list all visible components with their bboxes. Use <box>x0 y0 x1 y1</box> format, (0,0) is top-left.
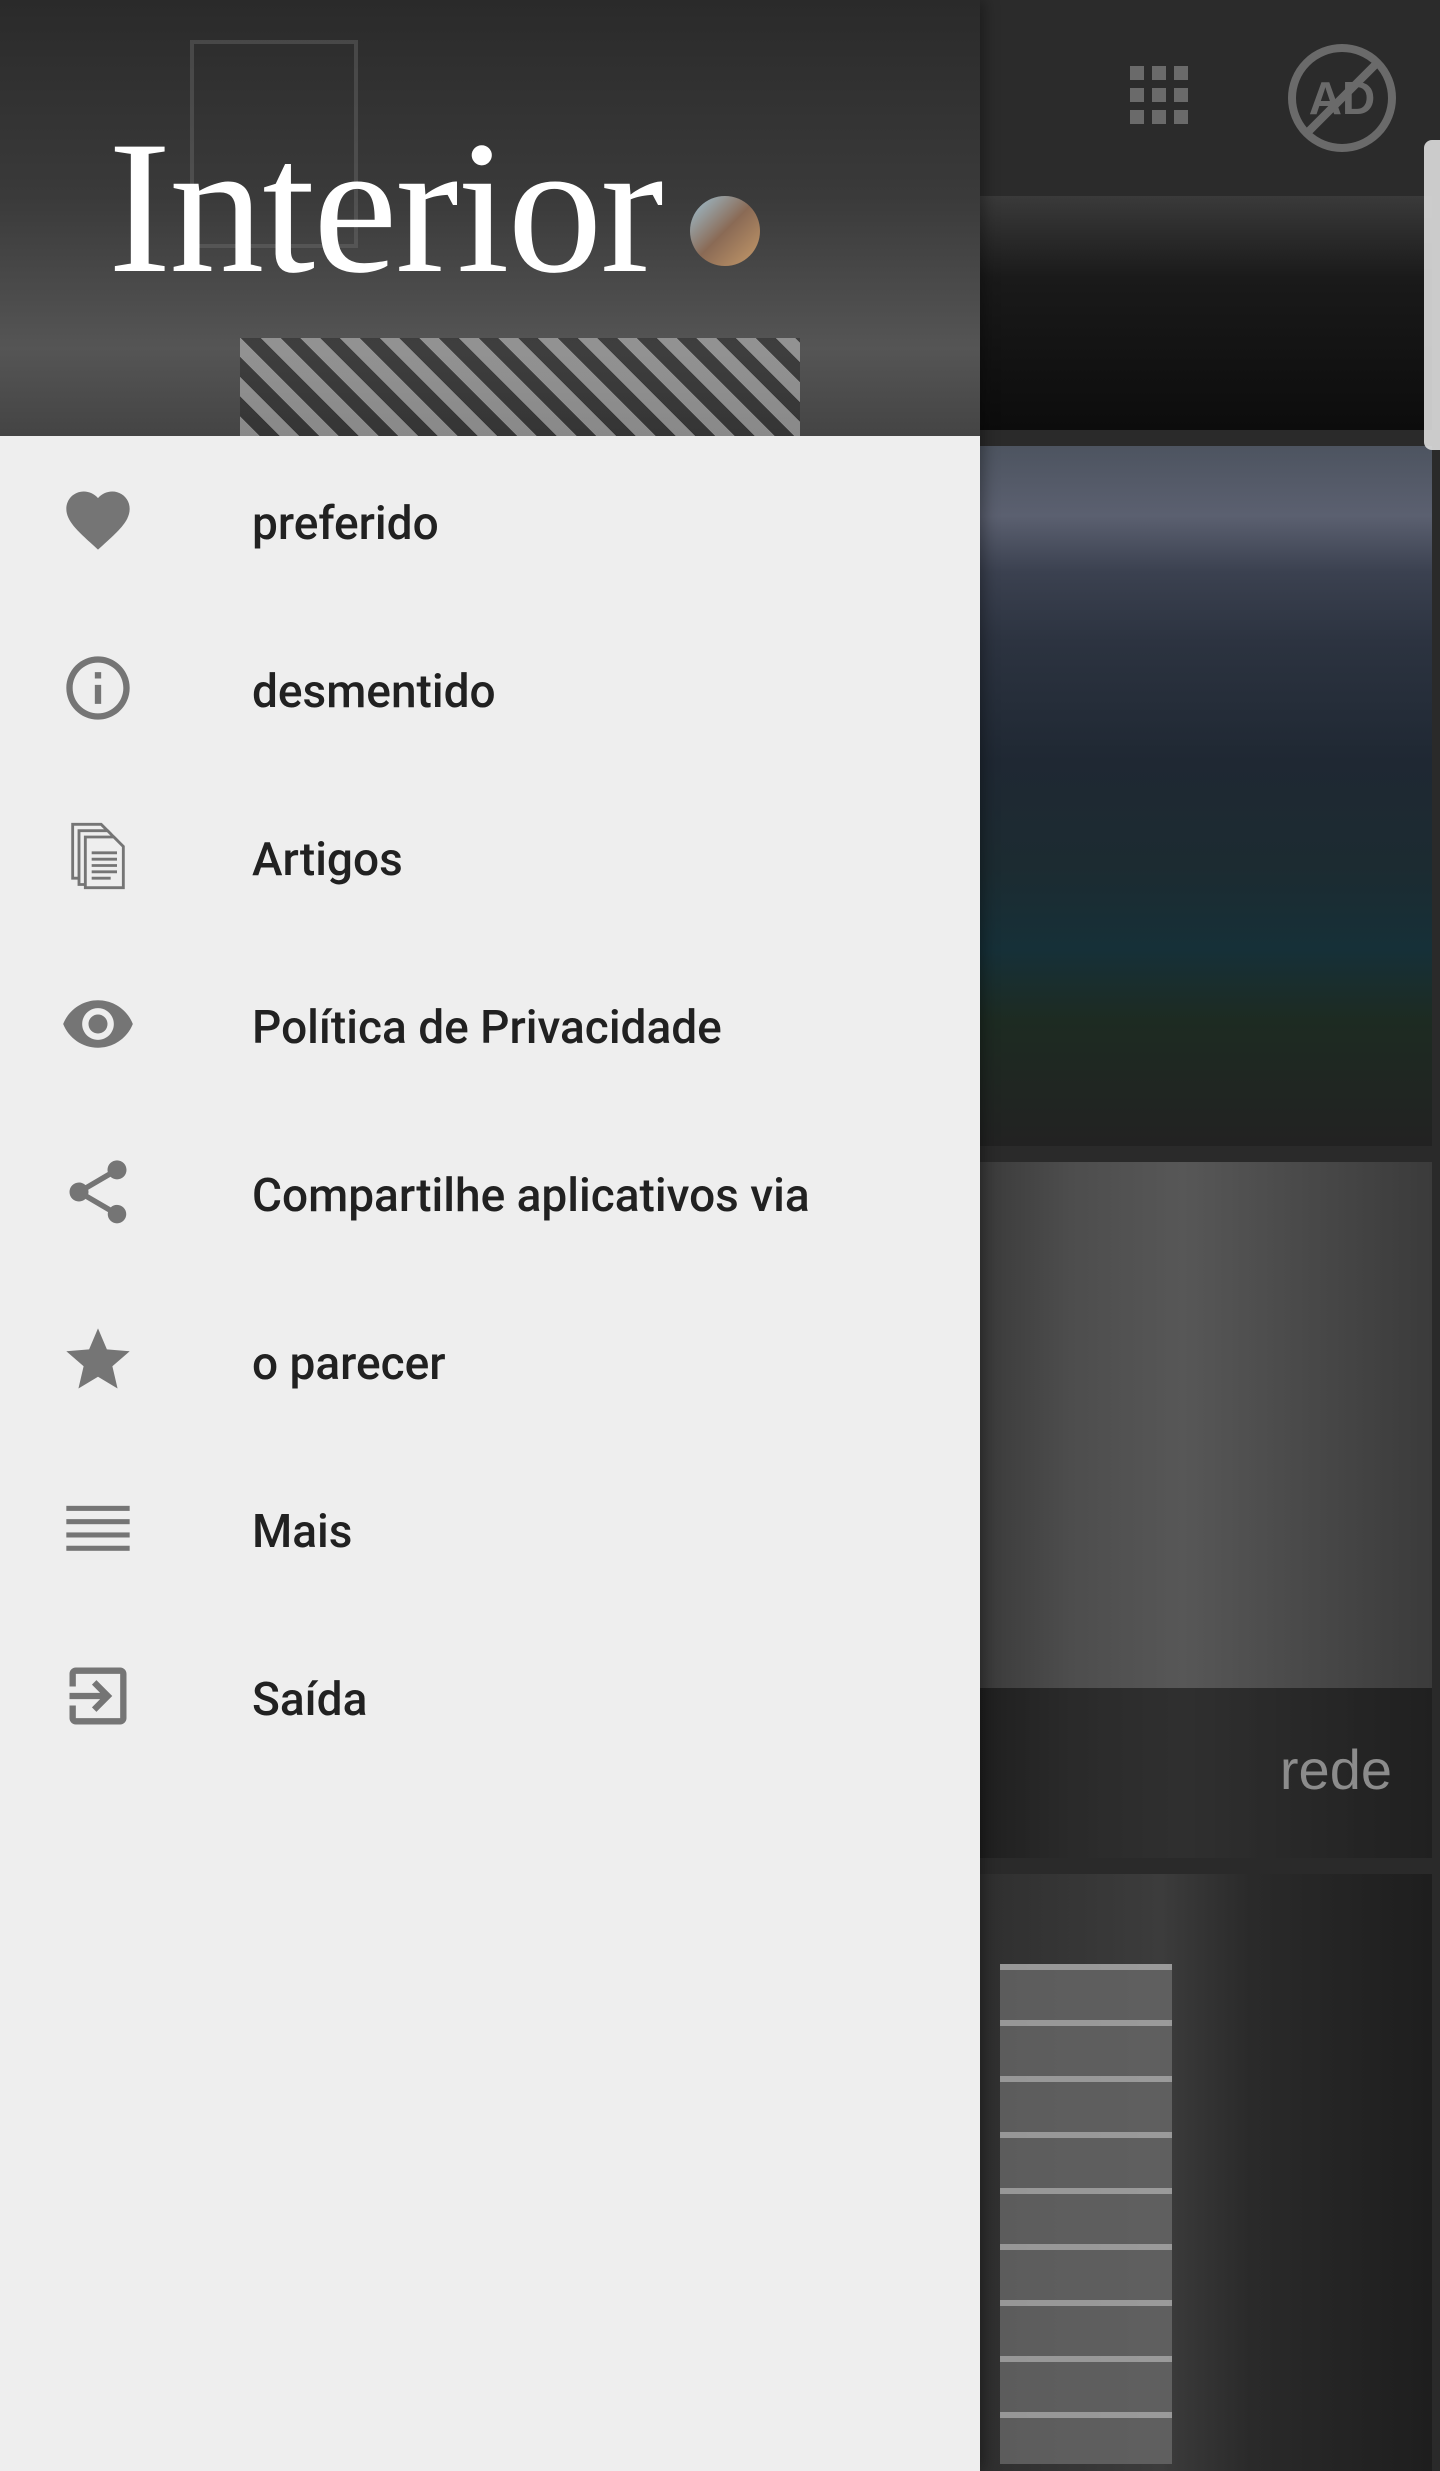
card-caption: rede <box>980 1688 1432 1858</box>
exit-icon <box>60 1658 136 1734</box>
grid-icon[interactable] <box>1130 66 1188 124</box>
bookshelf-image <box>1000 1964 1172 2464</box>
menu-label: o parecer <box>252 1337 446 1391</box>
menu-label: preferido <box>252 497 439 551</box>
menu-item-disclaimer[interactable]: desmentido <box>0 608 980 776</box>
wallpaper-card[interactable]: rede <box>980 1162 1432 1858</box>
menu-lines-icon <box>60 1490 136 1566</box>
wallpaper-card[interactable] <box>980 1874 1432 2471</box>
menu-item-favorites[interactable]: preferido <box>0 440 980 608</box>
drawer-menu: preferido desmentido Artigos Política de… <box>0 440 980 1784</box>
menu-label: Artigos <box>252 833 403 887</box>
menu-item-exit[interactable]: Saída <box>0 1616 980 1784</box>
wallpaper-card[interactable] <box>980 196 1432 430</box>
menu-label: Saída <box>252 1673 368 1727</box>
star-icon <box>60 1322 136 1398</box>
logo-photo-badge <box>690 196 760 266</box>
header-rug-pattern <box>240 338 800 436</box>
menu-label: Política de Privacidade <box>252 1001 722 1055</box>
wallpaper-card[interactable] <box>980 446 1432 1146</box>
drawer-header: Interior <box>0 0 980 436</box>
menu-item-more[interactable]: Mais <box>0 1448 980 1616</box>
share-icon <box>60 1154 136 1230</box>
app-logo: Interior <box>108 103 664 313</box>
scroll-handle[interactable] <box>1424 140 1440 450</box>
menu-item-articles[interactable]: Artigos <box>0 776 980 944</box>
documents-icon <box>60 818 136 894</box>
menu-label: Compartilhe aplicativos via <box>252 1169 810 1223</box>
card-caption-text: rede <box>1279 1738 1392 1801</box>
menu-label: desmentido <box>252 665 496 719</box>
ad-block-icon[interactable]: AD <box>1286 42 1398 154</box>
navigation-drawer: Interior preferido desmentido Artigos Po… <box>0 0 980 2471</box>
eye-icon <box>60 986 136 1062</box>
heart-icon <box>60 482 136 558</box>
menu-item-rate[interactable]: o parecer <box>0 1280 980 1448</box>
menu-item-privacy-policy[interactable]: Política de Privacidade <box>0 944 980 1112</box>
info-icon <box>60 650 136 726</box>
menu-item-share-app[interactable]: Compartilhe aplicativos via <box>0 1112 980 1280</box>
menu-label: Mais <box>252 1505 353 1559</box>
